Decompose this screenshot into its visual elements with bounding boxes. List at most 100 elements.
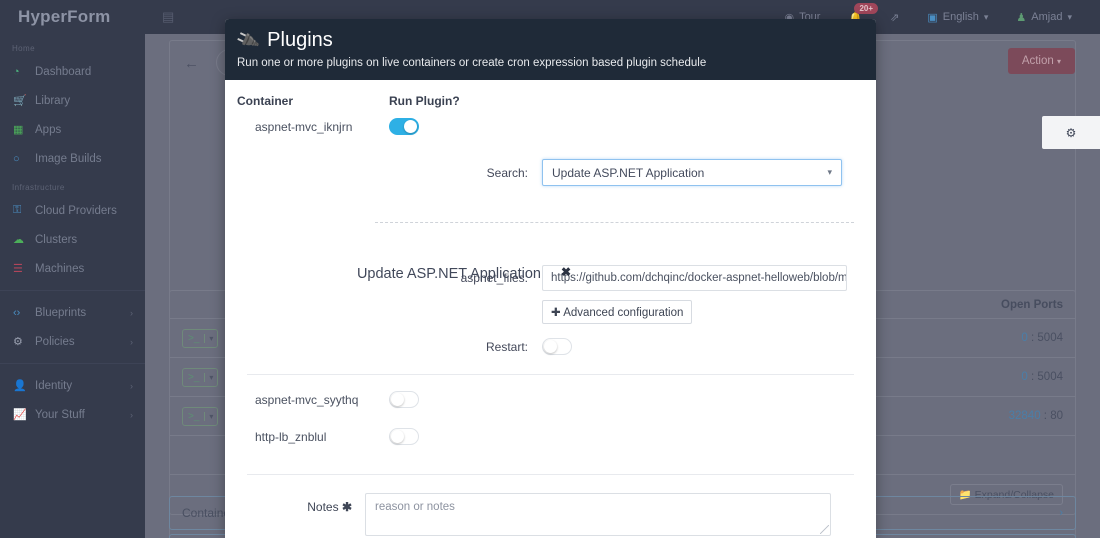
sidebar-item-label: Image Builds	[35, 152, 102, 165]
advanced-configuration-button[interactable]: ✚ Advanced configuration	[542, 300, 693, 324]
port-sep: :	[1040, 410, 1051, 422]
sidebar-item-label: Identity	[35, 379, 73, 392]
container-row: aspnet-mvc_syythq	[237, 381, 864, 418]
toggle-knob	[544, 340, 557, 353]
modal-title: Plugins	[267, 29, 333, 51]
sidebar-item-your-stuff[interactable]: 📈 Your Stuff ›	[0, 400, 145, 429]
sidebar-divider	[0, 363, 145, 364]
sidebar-item-apps[interactable]: ▦ Apps	[0, 115, 145, 144]
chevron-down-icon: ▾	[983, 11, 989, 22]
toggle-knob	[391, 430, 404, 443]
toggle-knob	[391, 393, 404, 406]
sidebar-item-identity[interactable]: 👤 Identity ›	[0, 371, 145, 400]
plugin-search-value: Update ASP.NET Application	[552, 165, 705, 180]
chevron-down-icon: ▾	[827, 167, 832, 177]
port-host: 32840	[1008, 410, 1041, 422]
plugin-field-row: aspnet_files: https://github.com/dchqinc…	[237, 265, 864, 291]
chevron-down-icon: ▾	[1056, 57, 1061, 66]
modal-title-row: 🔌 Plugins	[234, 27, 864, 53]
sidebar-section-home: Home ◔ Dashboard 🛒 Library ▦ Apps ○ Imag…	[0, 34, 145, 173]
chevron-right-icon: ›	[130, 307, 133, 318]
user-icon: 👤	[13, 380, 27, 392]
modal-separator	[247, 374, 854, 375]
sidebar-item-cloud-providers[interactable]: ⚿ Cloud Providers	[0, 196, 145, 225]
notes-textarea[interactable]: reason or notes	[365, 493, 831, 536]
settings-gear-button[interactable]: ⚙	[1042, 116, 1100, 149]
notes-label: Notes ✱	[247, 493, 365, 536]
notification-badge: 20+	[854, 2, 879, 14]
port-sep: :	[1027, 332, 1038, 344]
terminal-button[interactable]: >_ ▾	[182, 367, 219, 387]
notes-label-text: Notes	[307, 500, 339, 514]
app-brand: HyperForm	[18, 7, 111, 26]
language-icon: ▣	[927, 11, 938, 24]
expand-icon: ⇗	[890, 11, 900, 24]
open-ports-cell: 32840 : 80	[1009, 410, 1063, 422]
restart-toggle[interactable]	[542, 338, 572, 355]
key-icon: ⚿	[13, 204, 22, 216]
sidebar-section-tools: ‹› Blueprints › ⚙ Policies ›	[0, 298, 145, 356]
sidebar-item-policies[interactable]: ⚙ Policies ›	[0, 327, 145, 356]
chevron-right-icon: ›	[130, 336, 133, 347]
modal-header: 🔌 Plugins Run one or more plugins on liv…	[225, 19, 876, 80]
plug-icon: 🔌	[234, 27, 261, 53]
column-open-ports: Open Ports	[1001, 298, 1063, 311]
sidebar-item-blueprints[interactable]: ‹› Blueprints ›	[0, 298, 145, 327]
sidebar-item-label: Library	[35, 94, 71, 107]
sidebar-item-label: Apps	[35, 123, 62, 136]
user-menu[interactable]: ♟ Amjad ▾	[1002, 11, 1086, 24]
expand-button[interactable]: ⇗	[876, 11, 913, 24]
chevron-right-icon: ›	[130, 380, 133, 391]
dashed-separator	[375, 222, 854, 223]
sidebar-section-label: Home	[12, 44, 35, 53]
sidebar-item-clusters[interactable]: ☁ Clusters	[0, 225, 145, 254]
sidebar-item-label: Clusters	[35, 233, 78, 246]
sidebar: HyperForm Home ◔ Dashboard 🛒 Library ▦ A…	[0, 0, 145, 538]
modal-body: Container Run Plugin? aspnet-mvc_iknjrn …	[225, 80, 876, 538]
run-plugin-toggle[interactable]	[389, 118, 419, 135]
terminal-icon: >_	[188, 410, 200, 422]
close-icon[interactable]: ✖	[561, 265, 571, 279]
sidebar-item-label: Your Stuff	[35, 408, 85, 421]
terminal-icon: >_	[188, 332, 200, 344]
sidebar-item-label: Policies	[35, 335, 75, 348]
sidebar-section-label: Infrastructure	[12, 183, 65, 192]
aspnet-files-value: https://github.com/dchqinc/docker-aspnet…	[551, 272, 847, 284]
plugins-modal: 🔌 Plugins Run one or more plugins on liv…	[225, 19, 876, 538]
cloud-icon: ☁	[13, 234, 24, 246]
plugin-search-select[interactable]: Update ASP.NET Application ▾	[542, 159, 842, 186]
sidebar-item-dashboard[interactable]: ◔ Dashboard	[0, 57, 145, 86]
circle-icon: ○	[13, 152, 20, 165]
server-icon: ☰	[13, 263, 23, 275]
port-container: 80	[1050, 410, 1063, 422]
run-plugin-toggle[interactable]	[389, 391, 419, 408]
terminal-button[interactable]: >_ ▾	[182, 406, 219, 426]
open-ports-cell: 0 : 5004	[1021, 371, 1063, 383]
chevron-down-icon: ▾	[1067, 11, 1072, 22]
aspnet-files-input[interactable]: https://github.com/dchqinc/docker-aspnet…	[542, 265, 847, 291]
terminal-button[interactable]: >_ ▾	[182, 328, 219, 348]
terminal-icon: >_	[188, 371, 200, 383]
chevron-right-icon: ›	[1059, 507, 1063, 519]
port-sep: :	[1027, 371, 1038, 383]
gear-icon: ⚙	[1065, 125, 1077, 140]
back-arrow-icon[interactable]: ←	[184, 55, 199, 72]
hamburger-icon[interactable]: ▤	[162, 9, 174, 25]
sidebar-item-image-builds[interactable]: ○ Image Builds	[0, 144, 145, 173]
user-label: Amjad	[1031, 11, 1063, 23]
resize-grip-icon[interactable]	[820, 525, 829, 534]
sidebar-divider	[0, 290, 145, 291]
sidebar-item-machines[interactable]: ☰ Machines	[0, 254, 145, 283]
language-selector[interactable]: ▣ English ▾	[913, 11, 1002, 24]
sidebar-item-label: Blueprints	[35, 306, 87, 319]
sidebar-item-library[interactable]: 🛒 Library	[0, 86, 145, 115]
modal-separator	[247, 474, 854, 475]
dashboard-icon: ◔	[13, 65, 20, 78]
restart-row: Restart:	[237, 338, 864, 355]
chevron-right-icon: ›	[130, 409, 133, 420]
run-plugin-toggle[interactable]	[389, 428, 419, 445]
grid-icon: ▦	[13, 124, 24, 136]
container-name: http-lb_znblul	[255, 429, 327, 444]
action-button[interactable]: Action ▾	[1007, 48, 1075, 74]
